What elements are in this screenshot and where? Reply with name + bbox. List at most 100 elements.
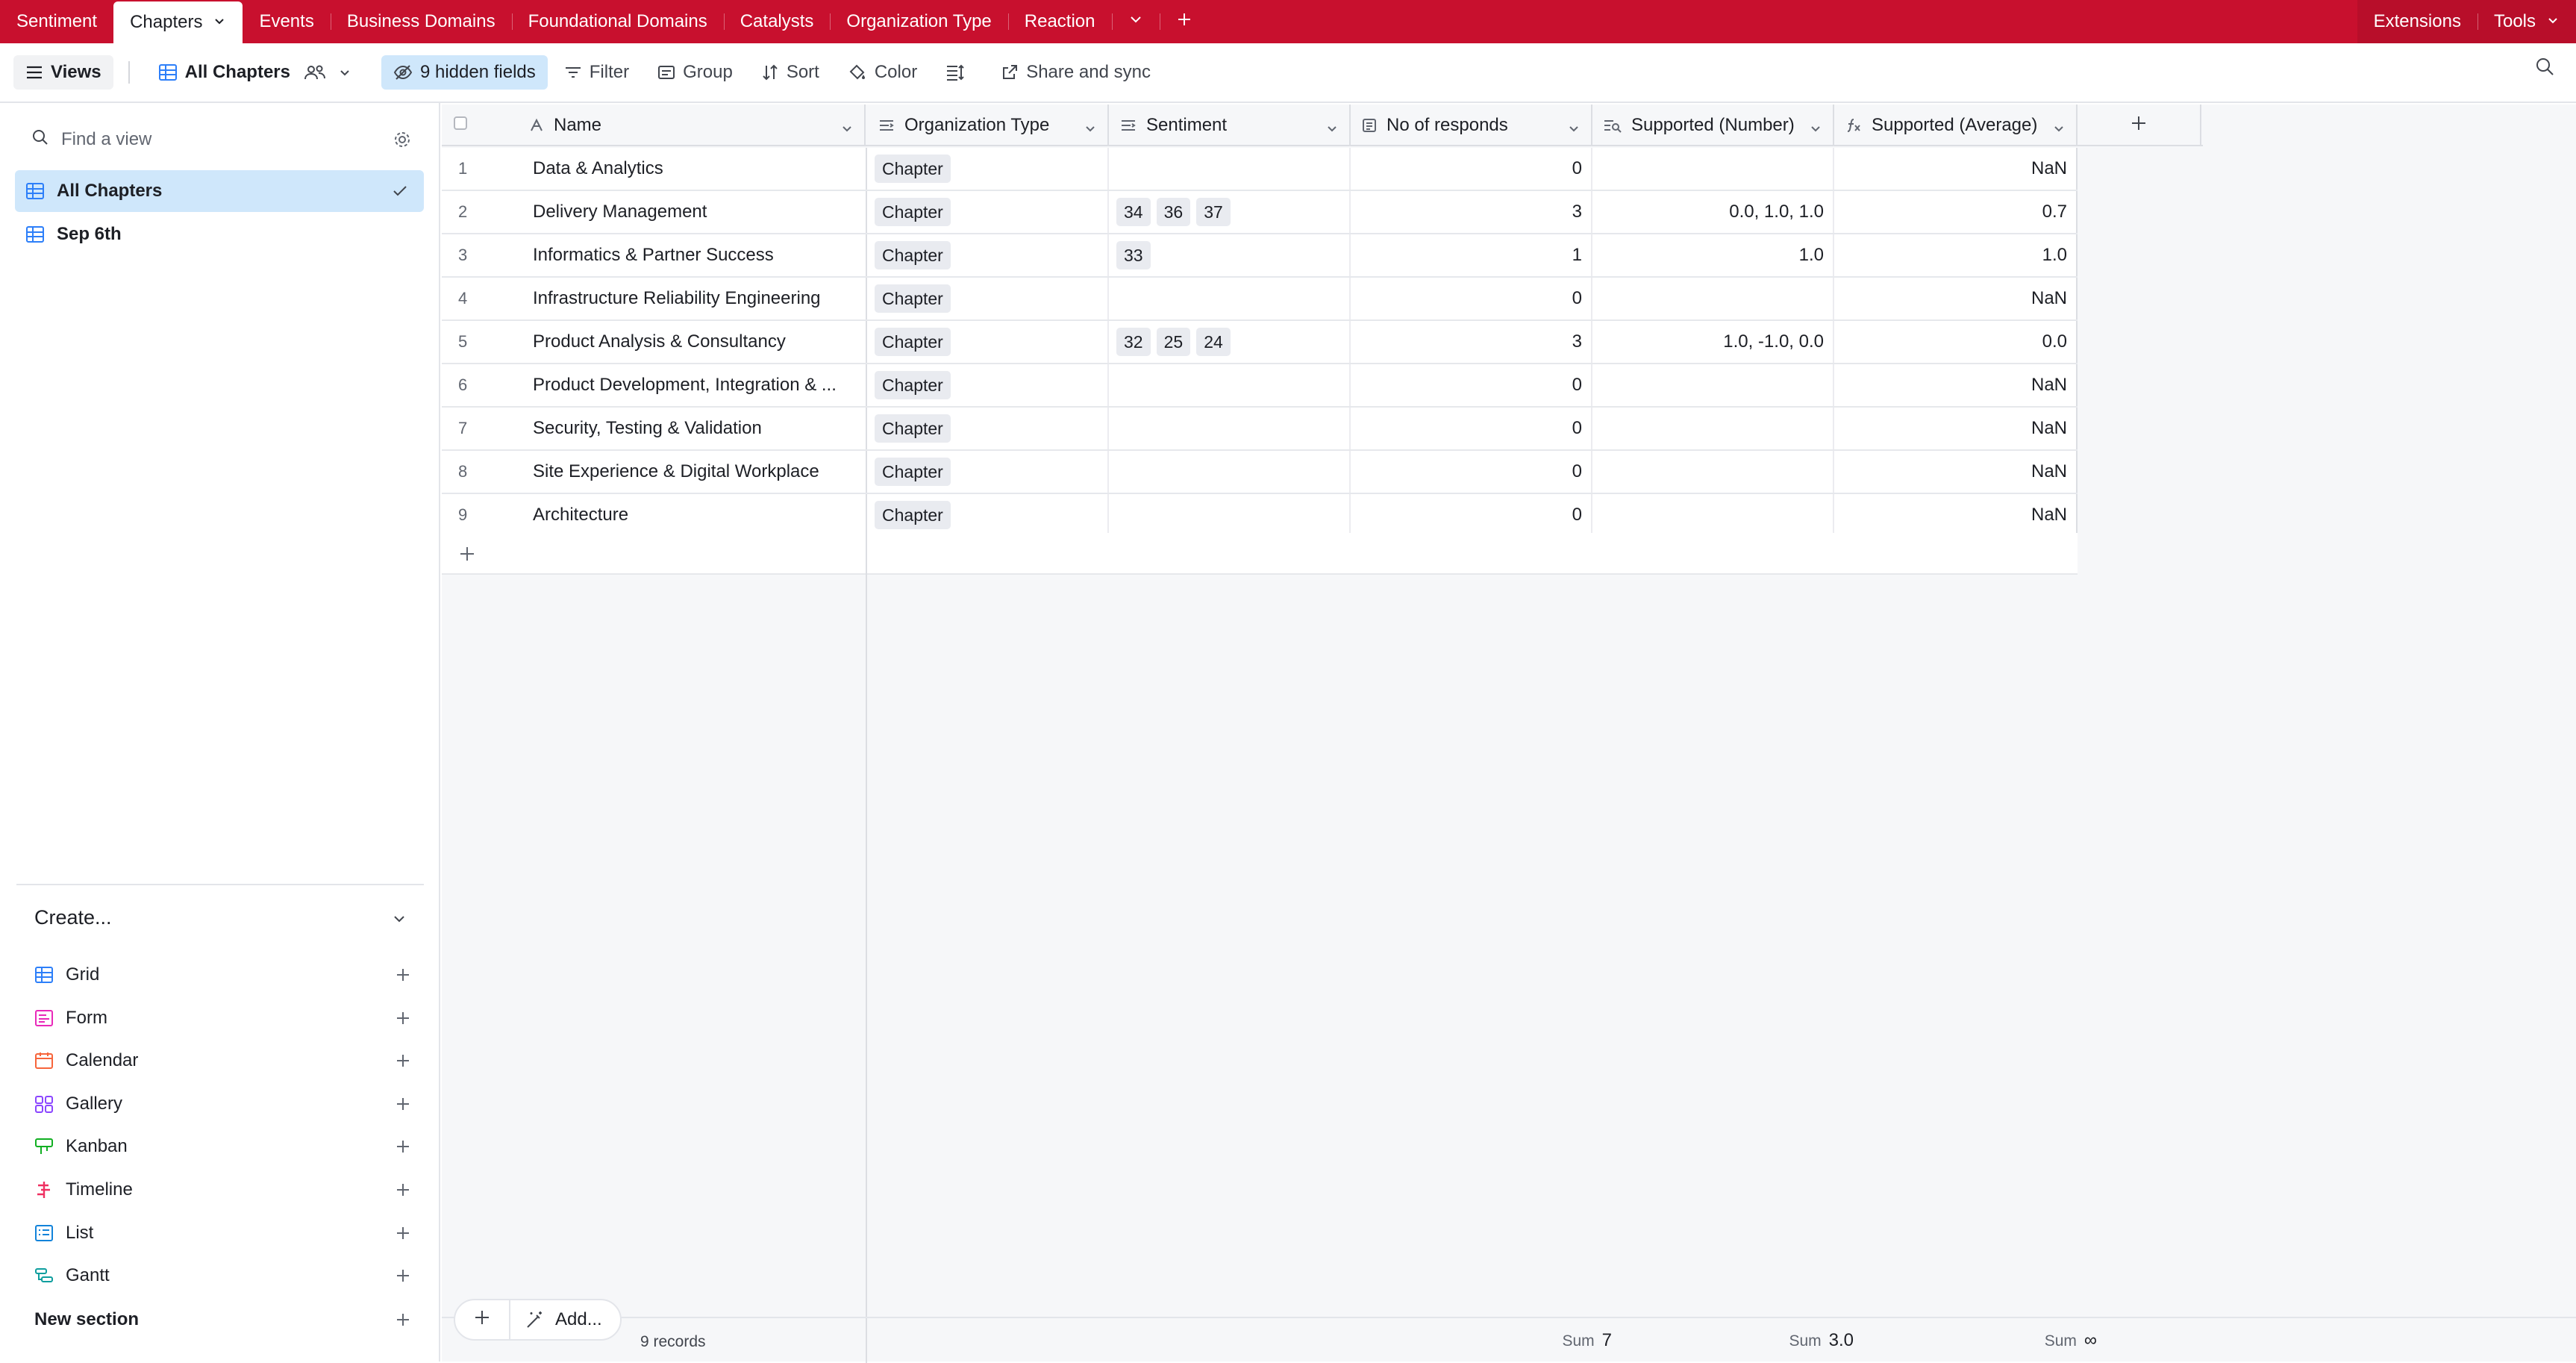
sentiment-cell[interactable] — [1109, 494, 1351, 536]
sentiment-cell[interactable]: 34 36 37 — [1109, 191, 1351, 233]
row-height-button[interactable] — [934, 55, 984, 90]
supported-average-cell[interactable]: NaN — [1834, 451, 2078, 493]
create-section-toggle[interactable]: Create... — [34, 906, 407, 929]
organization-type-cell[interactable]: Chapter — [867, 321, 1109, 363]
create-grid-item[interactable]: Grid — [34, 960, 409, 990]
name-cell[interactable]: Architecture — [518, 494, 867, 536]
plus-icon[interactable] — [394, 1138, 412, 1161]
name-cell[interactable]: Informatics & Partner Success — [518, 234, 867, 276]
name-cell[interactable]: Security, Testing & Validation — [518, 408, 867, 449]
tab-catalysts[interactable]: Catalysts — [723, 0, 831, 43]
plus-icon[interactable] — [394, 1052, 412, 1075]
tab-events[interactable]: Events — [243, 0, 330, 43]
share-sync-button[interactable]: Share and sync — [989, 55, 1163, 90]
ai-add-button[interactable]: Add... — [510, 1300, 620, 1339]
group-button[interactable]: Group — [645, 55, 745, 90]
organization-type-cell[interactable]: Chapter — [867, 278, 1109, 319]
add-table-button[interactable] — [1159, 0, 1209, 43]
name-cell[interactable]: Site Experience & Digital Workplace — [518, 451, 867, 493]
sum-supported-average[interactable]: Sum ∞ — [2045, 1330, 2097, 1351]
chevron-down-icon[interactable] — [1567, 119, 1581, 140]
column-header-organization-type[interactable]: Organization Type — [867, 105, 1109, 146]
table-row[interactable]: 9 Architecture Chapter 0 NaN — [442, 494, 2078, 537]
supported-average-cell[interactable]: NaN — [1834, 364, 2078, 406]
create-form-item[interactable]: Form — [34, 1003, 409, 1033]
name-cell[interactable]: Data & Analytics — [518, 148, 867, 190]
supported-average-cell[interactable]: 1.0 — [1834, 234, 2078, 276]
responds-cell[interactable]: 1 — [1351, 234, 1592, 276]
supported-average-cell[interactable]: NaN — [1834, 408, 2078, 449]
chevron-down-icon[interactable] — [1084, 119, 1097, 140]
gear-icon[interactable] — [393, 130, 412, 155]
find-view-search[interactable]: Find a view — [31, 121, 412, 158]
responds-cell[interactable]: 0 — [1351, 408, 1592, 449]
name-cell[interactable]: Product Analysis & Consultancy — [518, 321, 867, 363]
sentiment-cell[interactable] — [1109, 408, 1351, 449]
responds-cell[interactable]: 0 — [1351, 148, 1592, 190]
table-row[interactable]: 8 Site Experience & Digital Workplace Chap… — [442, 451, 2078, 494]
sentiment-cell[interactable] — [1109, 278, 1351, 319]
chevron-down-icon[interactable] — [213, 12, 226, 33]
more-tables-button[interactable] — [1111, 0, 1160, 43]
views-button[interactable]: Views — [13, 55, 113, 90]
supported-average-cell[interactable]: NaN — [1834, 494, 2078, 536]
organization-type-cell[interactable]: Chapter — [867, 148, 1109, 190]
chevron-down-icon[interactable] — [1325, 119, 1339, 140]
chevron-down-icon[interactable] — [2052, 119, 2066, 140]
supported-number-cell[interactable]: 0.0, 1.0, 1.0 — [1592, 191, 1834, 233]
sentiment-cell[interactable]: 33 — [1109, 234, 1351, 276]
extensions-button[interactable]: Extensions — [2357, 0, 2477, 43]
create-list-item[interactable]: List — [34, 1218, 409, 1248]
create-calendar-item[interactable]: Calendar — [34, 1046, 409, 1076]
checkbox-icon[interactable] — [452, 115, 469, 137]
tab-organization-type[interactable]: Organization Type — [830, 0, 1007, 43]
responds-cell[interactable]: 0 — [1351, 494, 1592, 536]
responds-cell[interactable]: 3 — [1351, 191, 1592, 233]
name-cell[interactable]: Infrastructure Reliability Engineering — [518, 278, 867, 319]
tab-foundational-domains[interactable]: Foundational Domains — [511, 0, 724, 43]
table-row[interactable]: 6 Product Development, Integration & ... C… — [442, 364, 2078, 408]
filter-button[interactable]: Filter — [552, 55, 641, 90]
column-header-name[interactable]: Name — [518, 105, 866, 146]
sidebar-view-all-chapters[interactable]: All Chapters — [15, 170, 424, 212]
color-button[interactable]: Color — [836, 55, 929, 90]
supported-average-cell[interactable]: NaN — [1834, 148, 2078, 190]
sentiment-cell[interactable]: 32 25 24 — [1109, 321, 1351, 363]
create-kanban-item[interactable]: Kanban — [34, 1132, 409, 1161]
responds-cell[interactable]: 0 — [1351, 278, 1592, 319]
supported-average-cell[interactable]: NaN — [1834, 278, 2078, 319]
chevron-down-icon[interactable] — [840, 119, 854, 140]
tab-reaction[interactable]: Reaction — [1007, 0, 1112, 43]
add-record-button[interactable] — [455, 1300, 510, 1339]
tab-chapters[interactable]: Chapters — [113, 1, 243, 43]
sum-responds[interactable]: Sum 7 — [1562, 1330, 1612, 1351]
column-header-no-of-responds[interactable]: No of responds — [1351, 105, 1592, 146]
organization-type-cell[interactable]: Chapter — [867, 234, 1109, 276]
column-header-sentiment[interactable]: Sentiment — [1109, 105, 1351, 146]
chevron-down-icon[interactable] — [1809, 119, 1822, 140]
table-row[interactable]: 4 Infrastructure Reliability Engineering C… — [442, 278, 2078, 321]
name-cell[interactable]: Product Development, Integration & ... — [518, 364, 867, 406]
table-row[interactable]: 5 Product Analysis & Consultancy Chapter 32… — [442, 321, 2078, 364]
create-gantt-item[interactable]: Gantt — [34, 1261, 409, 1291]
organization-type-cell[interactable]: Chapter — [867, 408, 1109, 449]
organization-type-cell[interactable]: Chapter — [867, 451, 1109, 493]
tab-sentiment[interactable]: Sentiment — [0, 0, 113, 43]
supported-number-cell[interactable]: 1.0 — [1592, 234, 1834, 276]
plus-icon[interactable] — [394, 1267, 412, 1290]
supported-number-cell[interactable] — [1592, 364, 1834, 406]
organization-type-cell[interactable]: Chapter — [867, 364, 1109, 406]
sentiment-cell[interactable] — [1109, 148, 1351, 190]
plus-icon[interactable] — [394, 1009, 412, 1032]
hidden-fields-button[interactable]: 9 hidden fields — [381, 55, 548, 90]
plus-icon[interactable] — [394, 1181, 412, 1204]
create-timeline-item[interactable]: Timeline — [34, 1175, 409, 1205]
table-row[interactable]: 2 Delivery Management Chapter 34 36 37 3 0.0, 1… — [442, 191, 2078, 234]
supported-average-cell[interactable]: 0.0 — [1834, 321, 2078, 363]
responds-cell[interactable]: 3 — [1351, 321, 1592, 363]
supported-number-cell[interactable] — [1592, 451, 1834, 493]
responds-cell[interactable]: 0 — [1351, 451, 1592, 493]
name-cell[interactable]: Delivery Management — [518, 191, 867, 233]
sort-button[interactable]: Sort — [749, 55, 831, 90]
sentiment-cell[interactable] — [1109, 364, 1351, 406]
